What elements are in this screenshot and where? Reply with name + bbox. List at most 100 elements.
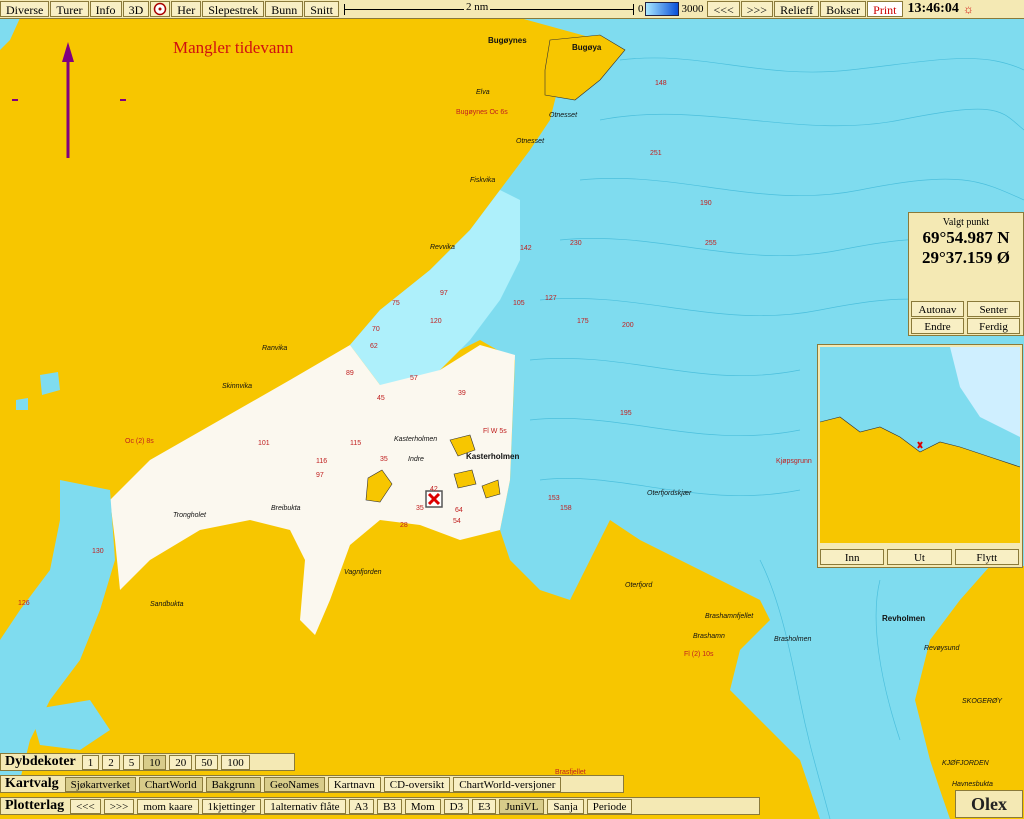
depth-sounding: 105 bbox=[513, 300, 525, 307]
scale-label: 2 nm bbox=[463, 1, 491, 13]
layer-junivl[interactable]: JuniVL bbox=[499, 798, 545, 814]
layer-d3[interactable]: D3 bbox=[443, 798, 470, 814]
depth-sounding: 70 bbox=[372, 326, 380, 333]
chart-geonames[interactable]: GeoNames bbox=[263, 776, 325, 792]
chart-bakgrunn[interactable]: Bakgrunn bbox=[205, 776, 261, 792]
menu-info[interactable]: Info bbox=[89, 1, 122, 17]
sun-icon[interactable]: ☼ bbox=[963, 2, 974, 17]
autonav-button[interactable]: Autonav bbox=[911, 301, 964, 317]
place-label: Fl (2) 10s bbox=[684, 651, 714, 658]
zoom-out-button[interactable]: Ut bbox=[887, 549, 952, 565]
place-label: Sandbukta bbox=[150, 601, 184, 608]
chart-sjokartverket[interactable]: Sjøkartverket bbox=[64, 776, 136, 792]
layer-1alternativ-flate[interactable]: 1alternativ flåte bbox=[264, 798, 346, 814]
menu-bunn[interactable]: Bunn bbox=[265, 1, 304, 17]
layer-e3[interactable]: E3 bbox=[472, 798, 497, 814]
layer-mom-kaare[interactable]: mom kaare bbox=[137, 798, 199, 814]
contour-2[interactable]: 2 bbox=[102, 754, 120, 770]
depth-sounding: 101 bbox=[258, 440, 270, 447]
menu-turer[interactable]: Turer bbox=[50, 1, 89, 17]
depth-sounding: 35 bbox=[380, 456, 388, 463]
layer-periode[interactable]: Periode bbox=[586, 798, 633, 814]
place-label: Revholmen bbox=[882, 614, 926, 623]
contour-10[interactable]: 10 bbox=[143, 754, 167, 770]
plotter-next[interactable]: >>> bbox=[103, 798, 135, 814]
nav-prev-button[interactable]: <<< bbox=[707, 1, 740, 17]
place-label: Bugøynes bbox=[488, 36, 527, 45]
print-button[interactable]: Print bbox=[867, 1, 903, 17]
contour-5[interactable]: 5 bbox=[122, 754, 141, 770]
place-label: Revvika bbox=[430, 244, 455, 251]
depth-sounding: 39 bbox=[458, 390, 466, 397]
place-label: Brasholmen bbox=[774, 636, 812, 643]
depth-sounding: 42 bbox=[430, 486, 438, 493]
layer-1kjettinger[interactable]: 1kjettinger bbox=[201, 798, 262, 814]
plotter-layer-bar: Plotterlag <<< >>> mom kaare 1kjettinger… bbox=[0, 797, 760, 815]
chart-cd-oversikt[interactable]: CD-oversikt bbox=[383, 776, 451, 792]
place-label: Ranvika bbox=[262, 345, 288, 352]
chart-select-label: Kartvalg bbox=[5, 776, 59, 791]
place-label: SKOGERØY bbox=[962, 698, 1003, 705]
olex-logo: Olex bbox=[955, 790, 1023, 818]
depth-sounding: 45 bbox=[377, 395, 385, 402]
chart-kartnavn[interactable]: Kartnavn bbox=[327, 776, 381, 792]
depth-sounding: 130 bbox=[92, 548, 104, 555]
depth-sounding: 195 bbox=[620, 410, 632, 417]
place-label: KJØFJORDEN bbox=[942, 760, 989, 767]
menu-slepestrek[interactable]: Slepestrek bbox=[202, 1, 265, 17]
depth-sounding: 115 bbox=[350, 440, 362, 447]
contour-20[interactable]: 20 bbox=[169, 754, 193, 770]
chart-chartworld[interactable]: ChartWorld bbox=[138, 776, 203, 792]
depth-sounding: 120 bbox=[430, 318, 442, 325]
depth-sounding: 255 bbox=[705, 240, 717, 247]
scale-bar: 2 nm bbox=[343, 1, 634, 17]
depth-sounding: 148 bbox=[655, 80, 667, 87]
depth-contours-bar: Dybdekoter 1 2 5 10 20 50 100 bbox=[0, 753, 295, 771]
place-label: Brashamnfjellet bbox=[705, 613, 754, 620]
depth-sounding: 54 bbox=[453, 518, 461, 525]
place-label: Kjøpsgrunn bbox=[776, 458, 812, 465]
chart-select-bar: Kartvalg Sjøkartverket ChartWorld Bakgru… bbox=[0, 775, 624, 793]
depth-sounding: 175 bbox=[577, 318, 589, 325]
chart-chartworld-versjoner[interactable]: ChartWorld-versjoner bbox=[453, 776, 562, 792]
ferdig-button[interactable]: Ferdig bbox=[967, 318, 1020, 334]
endre-button[interactable]: Endre bbox=[911, 318, 964, 334]
clock: 13:46:04 bbox=[907, 1, 959, 16]
depth-sounding: 153 bbox=[548, 495, 560, 502]
place-label: Fl W 5s bbox=[483, 428, 507, 435]
depth-sounding: 200 bbox=[622, 322, 634, 329]
menu-her[interactable]: Her bbox=[171, 1, 202, 17]
move-button[interactable]: Flytt bbox=[954, 549, 1019, 565]
place-label: Kasterholmen bbox=[466, 452, 520, 461]
top-toolbar: Diverse Turer Info 3D Her Slepestrek Bun… bbox=[0, 0, 1024, 19]
menu-snitt[interactable]: Snitt bbox=[304, 1, 339, 17]
nav-next-button[interactable]: >>> bbox=[740, 1, 774, 17]
bokser-button[interactable]: Bokser bbox=[820, 1, 867, 17]
senter-button[interactable]: Senter bbox=[967, 301, 1020, 317]
place-label: Skinnvika bbox=[222, 383, 252, 390]
place-label: Revøysund bbox=[924, 645, 960, 652]
menu-3d[interactable]: 3D bbox=[122, 1, 150, 17]
depth-sounding: 142 bbox=[520, 245, 532, 252]
place-label: Breibukta bbox=[271, 505, 301, 512]
depth-sounding: 35 bbox=[416, 505, 424, 512]
contour-100[interactable]: 100 bbox=[221, 754, 250, 770]
compass-icon[interactable] bbox=[150, 1, 171, 17]
depth-sounding: 64 bbox=[455, 507, 463, 514]
place-label: Indre bbox=[408, 456, 424, 463]
layer-sanja[interactable]: Sanja bbox=[547, 798, 584, 814]
place-label: Brashamn bbox=[693, 633, 725, 640]
depth-sounding: 97 bbox=[440, 290, 448, 297]
depth-sounding: 190 bbox=[700, 200, 712, 207]
overview-map[interactable] bbox=[820, 347, 1020, 543]
plotter-prev[interactable]: <<< bbox=[70, 798, 101, 814]
place-label: Vagnfjorden bbox=[344, 569, 382, 576]
contour-50[interactable]: 50 bbox=[195, 754, 219, 770]
layer-a3[interactable]: A3 bbox=[348, 798, 374, 814]
contour-1[interactable]: 1 bbox=[81, 754, 100, 770]
menu-diverse[interactable]: Diverse bbox=[0, 1, 50, 17]
layer-mom[interactable]: Mom bbox=[404, 798, 441, 814]
zoom-in-button[interactable]: Inn bbox=[820, 549, 885, 565]
relieff-button[interactable]: Relieff bbox=[774, 1, 820, 17]
layer-b3[interactable]: B3 bbox=[376, 798, 402, 814]
